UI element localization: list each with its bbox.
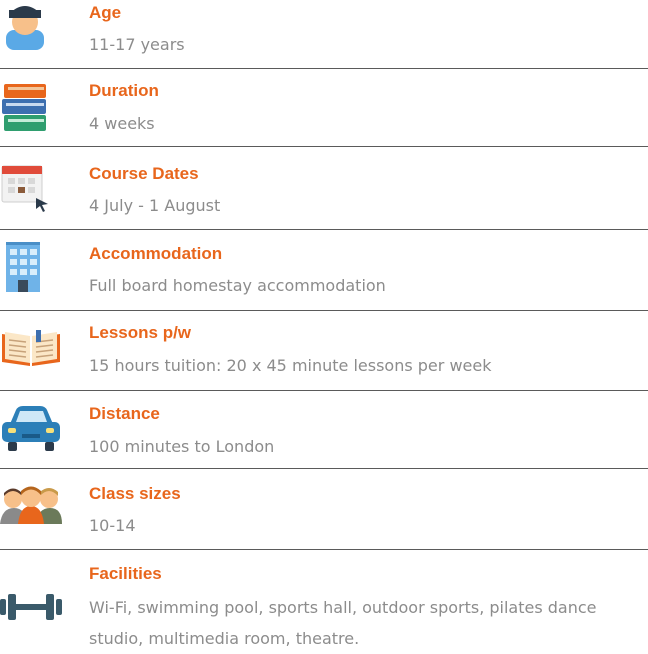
course-dates-title: Course Dates (89, 164, 199, 183)
distance-title: Distance (89, 404, 160, 423)
car-icon (0, 404, 62, 454)
books-icon (0, 82, 62, 134)
dumbbell-icon (0, 592, 62, 622)
age-title: Age (89, 3, 122, 22)
class-sizes-title: Class sizes (89, 484, 181, 503)
divider (0, 68, 648, 69)
distance-value: 100 minutes to London (89, 437, 275, 456)
course-dates-value: 4 July - 1 August (89, 196, 221, 215)
divider (0, 146, 648, 147)
divider (0, 390, 648, 391)
divider (0, 229, 648, 230)
lessons-value: 15 hours tuition: 20 x 45 minute lessons… (89, 356, 492, 375)
lessons-title: Lessons p/w (89, 323, 192, 342)
accommodation-value: Full board homestay accommodation (89, 276, 386, 295)
age-value: 11-17 years (89, 35, 185, 54)
duration-value: 4 weeks (89, 114, 155, 133)
student-icon (0, 0, 62, 50)
class-sizes-value: 10-14 (89, 516, 136, 535)
people-icon (0, 484, 62, 524)
duration-title: Duration (89, 81, 159, 100)
building-icon (0, 240, 62, 294)
facilities-value: Wi-Fi, swimming pool, sports hall, outdo… (89, 598, 597, 648)
calendar-icon (0, 162, 62, 212)
divider (0, 310, 648, 311)
open-book-icon (0, 328, 62, 368)
facilities-title: Facilities (89, 564, 162, 583)
divider (0, 468, 648, 469)
divider (0, 549, 648, 550)
accommodation-title: Accommodation (89, 244, 223, 263)
